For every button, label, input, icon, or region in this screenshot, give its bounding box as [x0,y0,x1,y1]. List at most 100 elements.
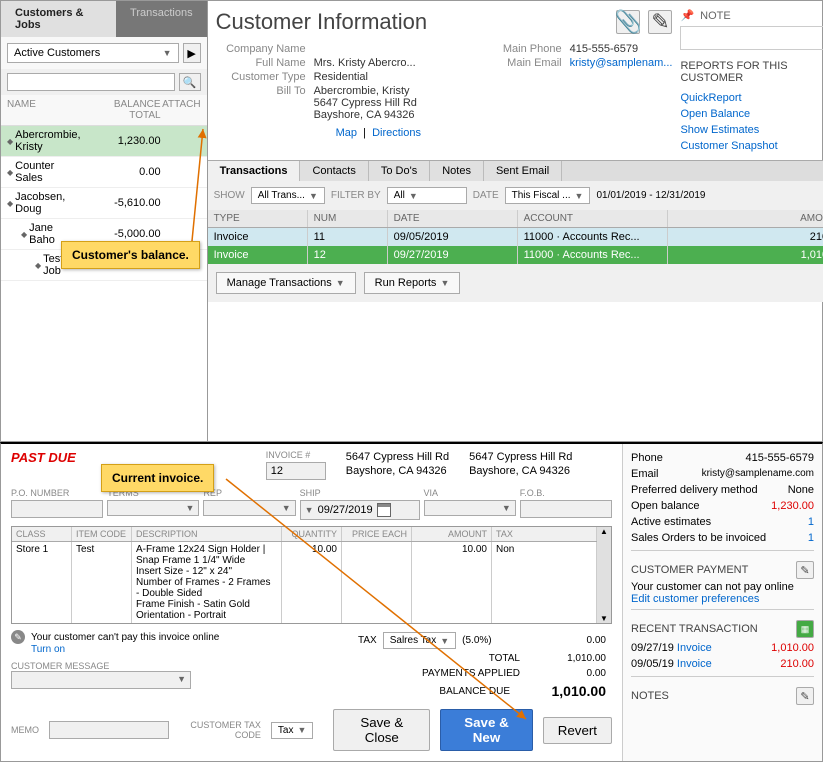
memo-input[interactable] [49,721,169,739]
item-tax: Non [492,542,597,623]
side-so-value[interactable]: 1 [808,532,814,544]
attach-button[interactable]: 📎 [616,10,640,34]
company-label: Company Name [216,43,306,55]
mid-tab-contacts[interactable]: Contacts [300,161,368,181]
via-dropdown[interactable]: ▼ [424,500,516,516]
mid-tab-sent-email[interactable]: Sent Email [484,161,562,181]
th-num[interactable]: NUM [308,210,388,227]
save-close-button[interactable]: Save & Close [333,709,430,751]
recent-row[interactable]: 09/27/19 Invoice1,010.00 [631,640,814,656]
memo-label: MEMO [11,725,39,735]
run-reports-button[interactable]: Run Reports▼ [364,272,461,294]
invoice-num-input[interactable] [266,462,326,480]
revert-button[interactable]: Revert [543,717,612,744]
diamond-icon: ◆ [7,168,13,177]
save-new-button[interactable]: Save & New [440,709,533,751]
items-scrollbar[interactable]: ▲ ▼ [597,527,611,623]
customer-row[interactable]: ◆Jacobsen, Doug-5,610.00 [1,188,207,219]
side-email-value: kristy@samplename.com [702,468,814,480]
th-amount[interactable]: AMOUNT [668,210,823,227]
show-label: SHOW [214,190,245,201]
chevron-down-icon: ▼ [575,191,584,201]
tab-customers-jobs[interactable]: Customers & Jobs [1,1,116,37]
chevron-down-icon: ▼ [297,725,306,735]
show-dropdown[interactable]: All Trans...▼ [251,187,325,204]
chevron-down-icon: ▼ [336,278,345,288]
billto-label: Bill To [216,85,306,121]
th-date[interactable]: DATE [388,210,518,227]
calendar-icon[interactable] [377,503,391,517]
report-link[interactable]: Show Estimates [680,124,823,136]
directions-link[interactable]: Directions [372,127,421,139]
date-label: DATE [473,190,499,201]
side-est-value[interactable]: 1 [808,516,814,528]
terms-dropdown[interactable]: ▼ [107,500,199,516]
customer-row[interactable]: ◆Abercrombie, Kristy1,230.00 [1,126,207,157]
note-header: 📌 NOTE [680,9,823,26]
customer-payment-hd: CUSTOMER PAYMENT [631,564,748,576]
report-link[interactable]: QuickReport [680,92,823,104]
cust-msg-label: CUSTOMER MESSAGE [11,661,342,671]
expand-button[interactable]: ▶ [183,43,201,63]
diamond-icon: ◆ [7,137,13,146]
recent-invoice-link[interactable]: Invoice [677,642,712,654]
cust-type-label: Customer Type [216,71,306,83]
ith-tax: TAX [492,527,597,541]
customer-row[interactable]: ◆Counter Sales0.00 [1,157,207,188]
mid-tab-transactions[interactable]: Transactions [208,161,301,181]
scroll-up-icon: ▲ [600,527,608,536]
customer-filter-dropdown[interactable]: Active Customers ▼ [7,43,179,63]
th-type[interactable]: TYPE [208,210,308,227]
date-range-text: 01/01/2019 - 12/31/2019 [596,190,705,201]
edit-preferences-link[interactable]: Edit customer preferences [631,593,814,605]
search-button[interactable]: 🔍 [179,73,201,91]
po-input[interactable] [11,500,103,518]
item-code: Test [72,542,132,623]
th-account[interactable]: ACCOUNT [518,210,668,227]
customer-search-input[interactable] [7,73,175,91]
manage-transactions-button[interactable]: Manage Transactions▼ [216,272,356,294]
col-attach: ATTACH [161,99,201,121]
billto-value: Abercrombie, Kristy 5647 Cypress Hill Rd… [314,85,474,121]
rep-dropdown[interactable]: ▼ [203,500,295,516]
recent-invoice-link[interactable]: Invoice [677,658,712,670]
past-due-stamp: PAST DUE [11,450,76,465]
fob-input[interactable] [520,500,612,518]
pay-online-status: Your customer can not pay online [631,581,814,593]
tax-amt: 0.00 [498,635,606,646]
report-link[interactable]: Open Balance [680,108,823,120]
transaction-row[interactable]: Invoice1109/05/201911000 · Accounts Rec.… [208,228,823,246]
edit-button[interactable]: ✎ [648,10,672,34]
transaction-row[interactable]: Invoice1209/27/201911000 · Accounts Rec.… [208,246,823,264]
cust-type-value: Residential [314,71,474,83]
map-link[interactable]: Map [336,127,357,139]
cust-msg-dropdown[interactable]: ▼ [11,671,191,689]
recent-refresh-button[interactable]: ▦ [796,620,814,638]
ship-date-input[interactable]: ▼09/27/2019 [300,500,420,520]
ith-amt: AMOUNT [412,527,492,541]
report-link[interactable]: Customer Snapshot [680,140,823,152]
note-box[interactable] [680,26,823,50]
chevron-down-icon: ▼ [305,505,314,515]
rep-label: REP [203,488,295,498]
turn-on-link[interactable]: Turn on [11,644,342,655]
mid-tab-to-do-s[interactable]: To Do's [369,161,430,181]
grid-icon: ▦ [801,624,810,635]
main-email-link[interactable]: kristy@samplenam... [570,57,673,69]
line-item-row[interactable]: Store 1 Test A-Frame 12x24 Sign Holder |… [12,542,597,623]
pin-icon: 📌 [680,9,694,22]
fullname-label: Full Name [216,57,306,69]
search-icon: 🔍 [183,76,197,89]
tax-dropdown[interactable]: Salres Tax▼ [383,632,456,649]
mid-tab-notes[interactable]: Notes [430,161,484,181]
tax-code-dropdown[interactable]: Tax▼ [271,722,313,739]
via-label: VIA [424,488,516,498]
item-desc: A-Frame 12x24 Sign Holder | Snap Frame 1… [132,542,282,623]
edit-payment-button[interactable]: ✎ [796,561,814,579]
edit-notes-button[interactable]: ✎ [796,687,814,705]
filterby-dropdown[interactable]: All▼ [387,187,467,204]
chevron-down-icon: ▼ [282,503,291,513]
date-dropdown[interactable]: This Fiscal ...▼ [505,187,591,204]
tab-transactions-left[interactable]: Transactions [116,1,207,37]
recent-row[interactable]: 09/05/19 Invoice210.00 [631,656,814,672]
